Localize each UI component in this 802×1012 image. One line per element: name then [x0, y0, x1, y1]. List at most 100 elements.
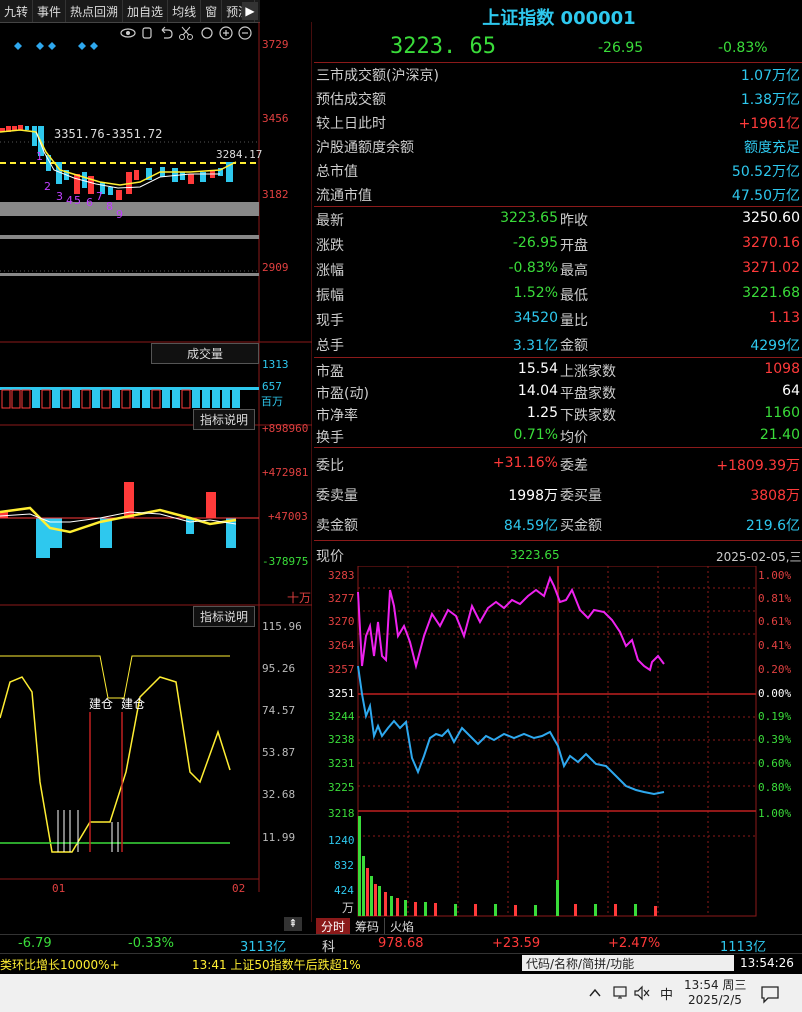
kdj-tick: 74.57	[262, 704, 295, 717]
quote-value: -26.95	[512, 235, 558, 251]
search-input[interactable]: 代码/名称/简拼/功能	[522, 955, 734, 971]
quote-label: 卖金额	[316, 518, 358, 534]
quote-grid-row: 最新 3223.65 昨收 3250.60	[316, 207, 802, 230]
quote-label: 涨幅	[316, 263, 344, 279]
kdj-explain-button[interactable]: 指标说明	[193, 606, 256, 627]
intraday-pct-tick: 0.60%	[758, 757, 791, 770]
toolbar-window[interactable]: 窗	[201, 0, 223, 22]
macd-tick: -378975	[262, 555, 308, 568]
info-label: 预估成交额	[316, 92, 386, 108]
scroll-up-button[interactable]: ⇞	[284, 917, 302, 931]
intraday-pct-tick: 0.19%	[758, 710, 791, 723]
taskbar-time[interactable]: 13:54 周三	[684, 976, 746, 993]
info-value: 额度充足	[744, 140, 800, 156]
volume-muted-icon[interactable]	[634, 985, 650, 1001]
seq-mark: 8	[106, 200, 113, 213]
notification-icon[interactable]	[760, 984, 780, 1004]
kdj-label: 建仓	[121, 697, 145, 711]
market-info-row: 预估成交额 1.38万亿	[316, 86, 802, 110]
quote-label: 开盘	[560, 238, 588, 254]
seq-mark: 7	[96, 190, 103, 203]
quote-grid-row: 涨幅 -0.83% 最高 3271.02	[316, 257, 802, 280]
macd-explain-button[interactable]: 指标说明	[193, 409, 256, 430]
tab-timeshare[interactable]: 分时	[316, 918, 351, 934]
intraday-price-tick: 3257	[328, 663, 355, 676]
quote-value: 84.59亿	[503, 518, 558, 534]
toolbar-nine-turn[interactable]: 九转	[0, 0, 34, 22]
toolbar-events[interactable]: 事件	[33, 0, 67, 22]
windows-taskbar: 中 13:54 周三 2025/2/5	[0, 974, 802, 1012]
intraday-label: 现价	[316, 549, 344, 565]
info-label: 三市成交额(沪深京)	[316, 68, 439, 84]
quote-label: 最低	[560, 288, 588, 304]
volume-tick: 657	[262, 380, 282, 393]
news-msg-1[interactable]: 类环比增长10000%+	[0, 956, 120, 973]
intraday-vol-unit: 万	[342, 901, 354, 915]
toolbar-add-watch[interactable]: 加自选	[123, 0, 169, 22]
intraday-price-tick: 3277	[328, 592, 355, 605]
quote-label: 市盈	[316, 364, 344, 380]
ime-indicator[interactable]: 中	[660, 984, 673, 1003]
intraday-price-tick: 3283	[328, 569, 355, 582]
quote-grid-row: 现手 34520 量比 1.13	[316, 307, 802, 330]
intraday-price-tick: 3244	[328, 710, 355, 723]
quote-price: 3223. 65	[390, 34, 496, 59]
intraday-pct-tick: 0.81%	[758, 592, 791, 605]
intraday-price-tick: 3264	[328, 639, 355, 652]
quote-value: 1098	[764, 361, 800, 377]
seq-mark: 1	[36, 150, 43, 163]
macd-tick: +472981	[262, 466, 308, 479]
tab-chips[interactable]: 筹码	[350, 918, 386, 934]
intraday-price-tick: 3218	[328, 807, 355, 820]
seq-mark: 4	[66, 194, 73, 207]
tab-flame[interactable]: 火焰	[385, 918, 419, 934]
seq-mark: 9	[116, 208, 123, 221]
info-value: 1.07万亿	[740, 68, 800, 84]
toolbar-hot-replay[interactable]: 热点回溯	[66, 0, 124, 22]
toolbar-ma[interactable]: 均线	[168, 0, 202, 22]
range-label: 3351.76-3351.72	[54, 127, 162, 141]
quote-value: +31.16%	[492, 455, 558, 471]
quote-label: 最新	[316, 213, 344, 229]
chevron-up-icon[interactable]	[589, 988, 601, 997]
intraday-chart[interactable]: 3283 3277 3270 3264 3257 3251 3244 3238 …	[314, 566, 802, 918]
market-info-row: 总市值 50.52万亿	[316, 158, 802, 182]
quote-label: 下跌家数	[560, 408, 616, 424]
quote-grid-row: 总手 3.31亿 金额 4299亿	[316, 332, 802, 355]
info-value: 50.52万亿	[731, 164, 800, 180]
intraday-price-tick: 3251	[328, 687, 355, 700]
kdj-label: 建仓	[89, 697, 113, 711]
order-row: 委卖量 1998万 委买量 3808万	[316, 482, 802, 505]
market-info-row: 流通市值 47.50万亿	[316, 182, 802, 206]
kdj-tick: 115.96	[262, 620, 302, 633]
kline-chart[interactable]: 3351.76-3351.72 3284.17 1 2 3 4 5 6 7 8 …	[0, 22, 312, 922]
quote-grid-row: 振幅 1.52% 最低 3221.68	[316, 282, 802, 305]
quote-label: 换手	[316, 430, 344, 446]
price-tick: 3456	[262, 112, 289, 125]
intraday-pct-tick: 1.00%	[758, 807, 791, 820]
news-msg-2[interactable]: 13:41 上证50指数午后跌超1%	[192, 956, 361, 973]
quote-value: 15.54	[517, 361, 558, 377]
network-icon[interactable]	[613, 986, 627, 999]
intraday-pct-tick: 0.20%	[758, 663, 791, 676]
info-label: 总市值	[316, 164, 358, 180]
quote-label: 上涨家数	[560, 364, 616, 380]
intraday-price-tick: 3225	[328, 781, 355, 794]
market-info-row: 较上日此时 +1961亿	[316, 110, 802, 134]
macd-tick: +898960	[262, 422, 308, 435]
info-value: 47.50万亿	[731, 188, 800, 204]
intraday-price-tick: 3238	[328, 733, 355, 746]
quote-label: 总手	[316, 338, 344, 354]
taskbar-date[interactable]: 2025/2/5	[688, 993, 742, 1007]
volume-indicator-button[interactable]: 成交量	[151, 343, 259, 364]
order-row: 卖金额 84.59亿 买金额 219.6亿	[316, 512, 802, 535]
chart-toolbar: 九转 事件 热点回溯 加自选 均线 窗 预测	[0, 0, 260, 23]
quote-grid-row: 涨跌 -26.95 开盘 3270.16	[316, 232, 802, 255]
volume-unit: 百万	[261, 395, 283, 408]
seq-mark: 6	[86, 196, 93, 209]
ticker-left-pct: -0.33%	[128, 936, 174, 951]
intraday-pct-tick: 0.00%	[758, 687, 791, 700]
quote-value: 3.31亿	[512, 338, 558, 354]
panel-collapse-button[interactable]: ▶	[242, 2, 258, 20]
date-tick: 01	[52, 882, 65, 895]
